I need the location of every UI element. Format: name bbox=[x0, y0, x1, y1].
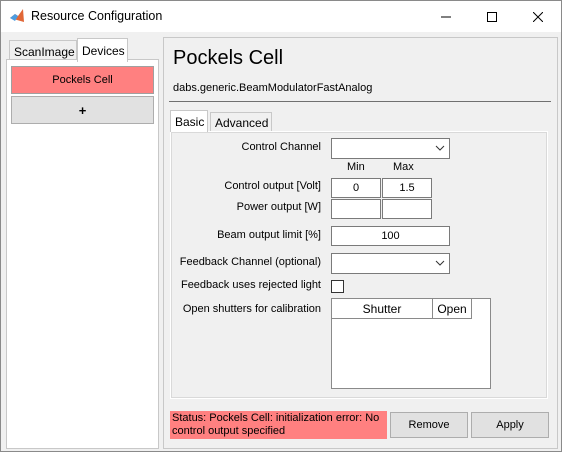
feedback-channel-dropdown[interactable] bbox=[331, 253, 450, 274]
right-panel: Pockels Cell dabs.generic.BeamModulatorF… bbox=[163, 37, 558, 449]
maximize-icon bbox=[487, 11, 497, 22]
chevron-down-icon bbox=[435, 145, 445, 151]
control-output-min-field[interactable]: 0 bbox=[331, 178, 381, 198]
status-message: Status: Pockels Cell: initialization err… bbox=[170, 411, 387, 439]
minimize-button[interactable] bbox=[423, 1, 469, 32]
device-class-name: dabs.generic.BeamModulatorFastAnalog bbox=[173, 82, 373, 94]
left-panel: ScanImage Devices Pockels Cell + bbox=[6, 37, 159, 449]
apply-button[interactable]: Apply bbox=[471, 412, 549, 438]
resource-configuration-window: Resource Configuration ScanImage Devices… bbox=[0, 0, 562, 452]
add-device-button[interactable]: + bbox=[11, 96, 154, 124]
control-channel-dropdown[interactable] bbox=[331, 138, 450, 159]
feedback-rejected-light-label: Feedback uses rejected light bbox=[180, 279, 321, 291]
plus-icon: + bbox=[78, 102, 87, 118]
header-divider bbox=[169, 101, 551, 102]
tab-label: Basic bbox=[175, 114, 205, 129]
maximize-button[interactable] bbox=[469, 1, 515, 32]
tab-label: ScanImage bbox=[14, 44, 75, 59]
control-channel-label: Control Channel bbox=[241, 141, 322, 153]
open-shutters-label: Open shutters for calibration bbox=[182, 303, 321, 315]
beam-output-limit-field[interactable]: 100 bbox=[331, 226, 450, 246]
open-column-label: Open bbox=[437, 301, 467, 316]
devices-tab-body: Pockels Cell + bbox=[6, 59, 159, 449]
feedback-channel-label: Feedback Channel (optional) bbox=[179, 256, 321, 268]
power-output-label: Power output [W] bbox=[236, 201, 321, 213]
shutter-table[interactable]: Shutter Open bbox=[331, 298, 491, 389]
beam-output-limit-label: Beam output limit [%] bbox=[217, 229, 321, 241]
device-title: Pockels Cell bbox=[173, 47, 284, 69]
tab-basic[interactable]: Basic bbox=[170, 110, 208, 132]
device-item-pockels-cell[interactable]: Pockels Cell bbox=[11, 66, 154, 94]
control-output-label: Control output [Volt] bbox=[224, 180, 321, 192]
basic-tab-body: Control Channel Min Max Control output [… bbox=[170, 131, 548, 399]
power-output-min-field[interactable] bbox=[331, 199, 381, 219]
window-title: Resource Configuration bbox=[31, 9, 163, 23]
title-bar: Resource Configuration bbox=[1, 1, 561, 32]
close-icon bbox=[533, 11, 543, 22]
control-output-max-field[interactable]: 1.5 bbox=[382, 178, 432, 198]
power-output-max-field[interactable] bbox=[382, 199, 432, 219]
close-button[interactable] bbox=[515, 1, 561, 32]
device-item-label: Pockels Cell bbox=[52, 74, 113, 86]
tab-devices[interactable]: Devices bbox=[77, 38, 128, 62]
tab-label: Advanced bbox=[215, 116, 269, 130]
feedback-rejected-light-checkbox[interactable] bbox=[331, 280, 344, 293]
minimize-icon bbox=[441, 16, 451, 17]
matlab-icon bbox=[10, 9, 24, 22]
min-header: Min bbox=[347, 161, 365, 173]
tab-label: Devices bbox=[82, 43, 125, 58]
shutter-column-header[interactable]: Shutter bbox=[332, 299, 433, 319]
remove-button[interactable]: Remove bbox=[390, 412, 468, 438]
max-header: Max bbox=[393, 161, 414, 173]
chevron-down-icon bbox=[435, 260, 445, 266]
shutter-column-label: Shutter bbox=[362, 301, 402, 316]
tab-advanced[interactable]: Advanced bbox=[210, 112, 272, 133]
open-column-header[interactable]: Open bbox=[433, 299, 472, 319]
